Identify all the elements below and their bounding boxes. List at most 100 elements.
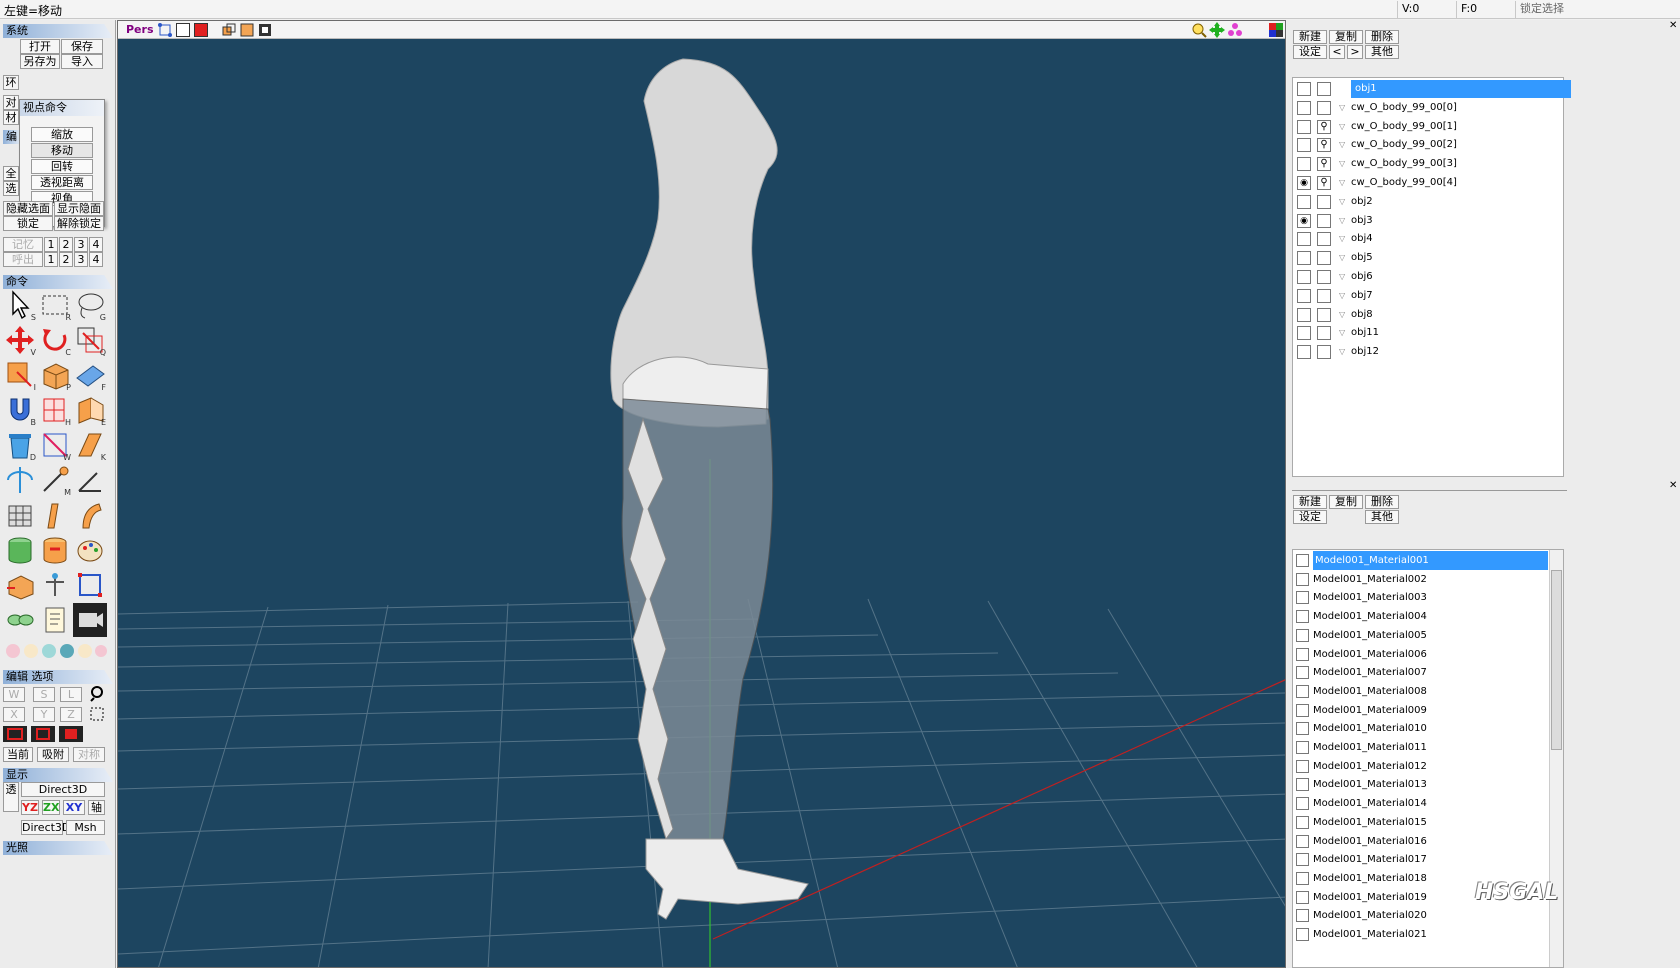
material-checkbox[interactable] [1296,741,1309,754]
box-create-icon[interactable]: P [38,358,72,392]
zoom-view-icon[interactable] [1191,22,1207,38]
object-settings-button[interactable]: 设定 [1293,45,1327,59]
cylinder-tool-icon[interactable] [3,533,37,567]
pan-view-icon[interactable] [1209,22,1225,38]
transform-tool-icon[interactable] [73,568,107,602]
visibility-toggle[interactable] [1297,157,1311,172]
background-view-icon[interactable] [258,23,272,37]
lasso-tool-icon[interactable]: G [73,288,107,322]
current-button[interactable]: 当前 [3,747,33,762]
material-other-button[interactable]: 其他 [1365,510,1399,524]
lock-toggle[interactable]: ⚲ [1317,157,1331,172]
lock-toggle[interactable] [1317,232,1331,247]
scrollbar-thumb[interactable] [1551,570,1562,750]
move-tool-icon[interactable]: V [3,323,37,357]
material-row[interactable]: Model001_Material001 [1293,551,1551,570]
zoom-button[interactable]: 缩放 [31,127,93,142]
material-row[interactable]: Model001_Material002 [1293,570,1551,589]
knife-tool-icon[interactable]: H [38,393,72,427]
lock-button[interactable]: 锁定 [3,216,53,231]
rotate-button[interactable]: 回转 [31,159,93,174]
visibility-toggle[interactable] [1297,326,1311,341]
move-button[interactable]: 移动 [31,143,93,158]
camera-tool-icon[interactable] [73,603,107,637]
memory-slot-4[interactable]: 4 [89,237,103,252]
material-checkbox[interactable] [1296,778,1309,792]
visibility-toggle[interactable]: ◉ [1297,213,1311,228]
lock-selection-toggle[interactable]: 锁定选择 [1515,1,1665,18]
fit-view-icon[interactable] [158,23,172,37]
lock-toggle[interactable] [1317,194,1331,209]
lock-toggle[interactable] [1317,100,1331,115]
projection-mode-label[interactable]: Pers [126,23,154,36]
expand-icon[interactable]: ▽ [1339,99,1345,117]
object-view-icon[interactable] [222,23,236,37]
material-checkbox[interactable] [1296,666,1309,680]
color-palette-icon[interactable] [1268,22,1284,38]
material-checkbox[interactable] [1296,628,1309,642]
symmetry-button[interactable]: 对称 [73,747,105,762]
lock-toggle[interactable]: ⚲ [1317,176,1331,190]
material-checkbox[interactable] [1296,647,1309,661]
memory-slot-1[interactable]: 1 [44,237,58,252]
twist-tool-icon[interactable] [73,498,107,532]
object-new-button[interactable]: 新建 [1293,30,1327,44]
object-other-button[interactable]: 其他 [1365,45,1399,59]
visibility-toggle[interactable] [1297,232,1311,247]
expand-icon[interactable]: ▽ [1339,155,1345,173]
paint-tool-icon[interactable] [73,533,107,567]
rotate-view-icon-2[interactable] [1227,22,1243,38]
bone-tool-icon[interactable] [38,568,72,602]
material-checkbox[interactable] [1296,797,1309,811]
rect-select-small-icon[interactable] [88,705,106,723]
close-icon[interactable]: ✕ [1669,20,1677,31]
lock-toggle[interactable]: ⚲ [1317,119,1331,134]
object-row[interactable]: obj5 ▽ [1293,249,1563,267]
expand-icon[interactable]: ▽ [1339,212,1345,230]
env-tab[interactable]: 环 [3,75,19,90]
material-checkbox[interactable] [1296,703,1309,717]
search-icon[interactable] [88,684,106,702]
recall-slot-3[interactable]: 3 [74,252,88,267]
import-button[interactable]: 导入 [61,54,103,69]
object-row[interactable]: ◉ obj3 ▽ [1293,212,1563,230]
material-delete-button[interactable]: 删除 [1365,495,1399,509]
material-row[interactable]: Model001_Material016 [1293,832,1551,851]
object-row[interactable]: obj8 ▽ [1293,306,1563,324]
recall-slot-2[interactable]: 2 [59,252,73,267]
expand-icon[interactable]: ▽ [1339,324,1345,342]
object-row[interactable]: obj6 ▽ [1293,268,1563,286]
recall-slot-1[interactable]: 1 [44,252,58,267]
face-tool-icon[interactable]: K [73,428,107,462]
visibility-toggle[interactable] [1297,138,1311,153]
visibility-toggle[interactable] [1297,345,1311,360]
object-list[interactable]: obj1 ▽ cw_O_body_99_00[0] ▽ ⚲ cw_O_body_99_00… [1292,77,1571,477]
material-row[interactable]: Model001_Material011 [1293,738,1551,757]
object-row[interactable]: ◉ ⚲ cw_O_body_99_00[4] ▽ [1293,174,1563,192]
rotate-tool-icon[interactable]: C [38,323,72,357]
material-checkbox[interactable] [1296,722,1309,736]
visibility-toggle[interactable]: ◉ [1297,176,1311,190]
object-next-button[interactable]: > [1347,45,1363,59]
lattice-tool-icon[interactable] [3,498,37,532]
object-row[interactable]: obj4 ▽ [1293,230,1563,248]
x-axis-button[interactable]: X [3,707,25,722]
open-button[interactable]: 打开 [20,39,60,54]
material-checkbox[interactable] [1296,853,1309,867]
rect-select-tool-icon[interactable]: R [38,288,72,322]
zx-view-button[interactable]: ZX [42,800,60,815]
expand-icon[interactable]: ▽ [1339,268,1345,286]
expand-icon[interactable]: ▽ [1339,287,1345,305]
bend-tool-icon[interactable] [38,498,72,532]
viewport-canvas[interactable] [118,39,1285,967]
material-row[interactable]: Model001_Material007 [1293,663,1551,682]
material-checkbox[interactable] [1296,834,1309,848]
material-checkbox[interactable] [1296,572,1309,586]
visibility-toggle[interactable] [1297,119,1311,134]
cylinder-edit-icon[interactable] [38,533,72,567]
expand-icon[interactable]: ▽ [1339,249,1345,267]
object-row[interactable]: obj2 ▽ [1293,193,1563,211]
angle-tool-icon[interactable] [73,463,107,497]
yz-view-button[interactable]: YZ [21,800,39,815]
memory-slot-3[interactable]: 3 [74,237,88,252]
